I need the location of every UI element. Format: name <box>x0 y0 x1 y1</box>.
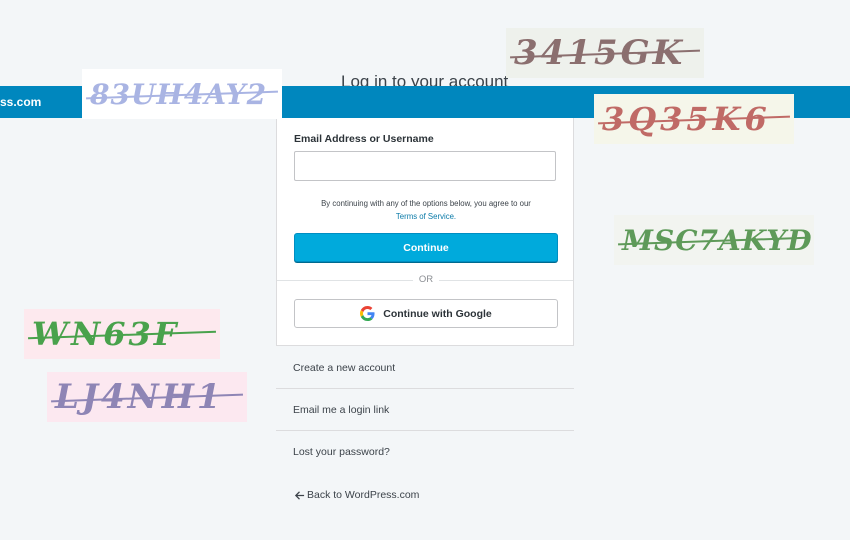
captcha-image: MSC7AKYD <box>614 215 814 265</box>
terms-notice: By continuing with any of the options be… <box>294 197 558 223</box>
lost-password-link[interactable]: Lost your password? <box>276 431 574 473</box>
google-login-button[interactable]: Continue with Google <box>294 299 558 328</box>
terms-of-service-link[interactable]: Terms of Service. <box>396 212 456 221</box>
email-label: Email Address or Username <box>294 133 434 145</box>
arrow-left-icon <box>294 490 305 501</box>
back-to-wordpress-link[interactable]: Back to WordPress.com <box>294 489 419 501</box>
create-account-link[interactable]: Create a new account <box>276 347 574 389</box>
login-card: Email Address or Username By continuing … <box>276 118 574 346</box>
terms-text: By continuing with any of the options be… <box>321 199 531 208</box>
brand-label: ss.com <box>0 95 42 109</box>
or-separator: OR <box>413 274 439 285</box>
captcha-image: 83UH4AY2 <box>82 69 282 119</box>
captcha-image: 3Q35K6 <box>594 94 794 144</box>
google-button-label: Continue with Google <box>383 307 492 320</box>
back-link-label: Back to WordPress.com <box>307 489 420 501</box>
email-field[interactable] <box>294 151 556 181</box>
google-icon <box>360 306 375 321</box>
secondary-links: Create a new account Email me a login li… <box>276 347 574 473</box>
continue-button[interactable]: Continue <box>294 233 558 262</box>
captcha-image: LJ4NH1 <box>47 372 247 422</box>
captcha-image: WN63F <box>24 309 220 359</box>
captcha-image: 3415GK <box>506 28 704 78</box>
email-login-link[interactable]: Email me a login link <box>276 389 574 431</box>
